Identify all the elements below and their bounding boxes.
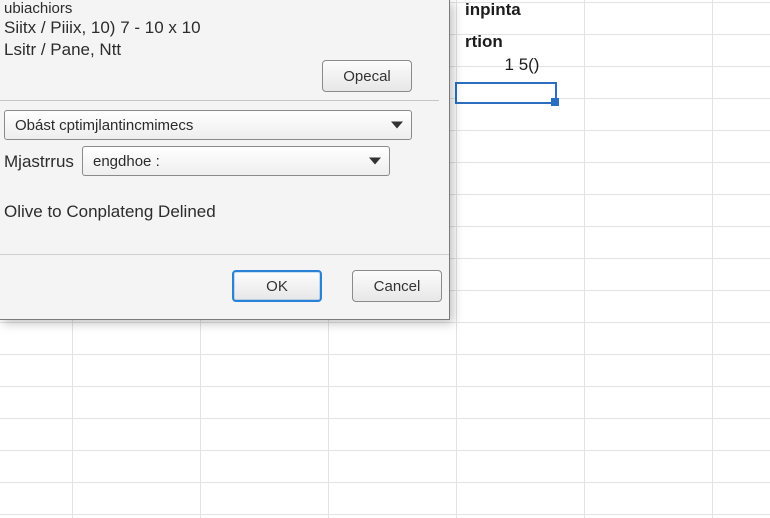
divider: [0, 100, 439, 101]
footer-separator: [0, 254, 449, 255]
opecal-button-label: Opecal: [343, 68, 391, 85]
combo-mjastrrus-value: engdhoe :: [93, 153, 160, 170]
dialog: ubiachiors Siitx / Piiix, 10) 7 - 10 x 1…: [0, 0, 450, 320]
dialog-line-2: Lsitr / Pane, Ntt: [4, 40, 121, 60]
combo-optim-value: Obást cptimjlantincmimecs: [15, 117, 193, 134]
combo2-label: Mjastrrus: [4, 152, 74, 172]
ok-button[interactable]: OK: [232, 270, 322, 302]
column-header-1: inpinta: [465, 0, 521, 20]
cancel-button-label: Cancel: [374, 278, 421, 295]
ok-button-label: OK: [266, 278, 288, 295]
cell-selection[interactable]: [455, 82, 557, 104]
opecal-button[interactable]: Opecal: [322, 60, 412, 92]
footer-text: Olive to Conplateng Delined: [4, 202, 216, 222]
combo-optim[interactable]: Obást cptimjlantincmimecs: [4, 110, 412, 140]
cancel-button[interactable]: Cancel: [352, 270, 442, 302]
column-header-2: rtion: [465, 32, 503, 52]
chevron-down-icon: [391, 122, 403, 129]
combo-mjastrrus[interactable]: engdhoe :: [82, 146, 390, 176]
dialog-line-1: Siitx / Piiix, 10) 7 - 10 x 10: [4, 18, 201, 38]
chevron-down-icon: [369, 158, 381, 165]
section-label: ubiachiors: [4, 0, 72, 17]
cell-value[interactable]: 1 5(): [492, 55, 552, 75]
